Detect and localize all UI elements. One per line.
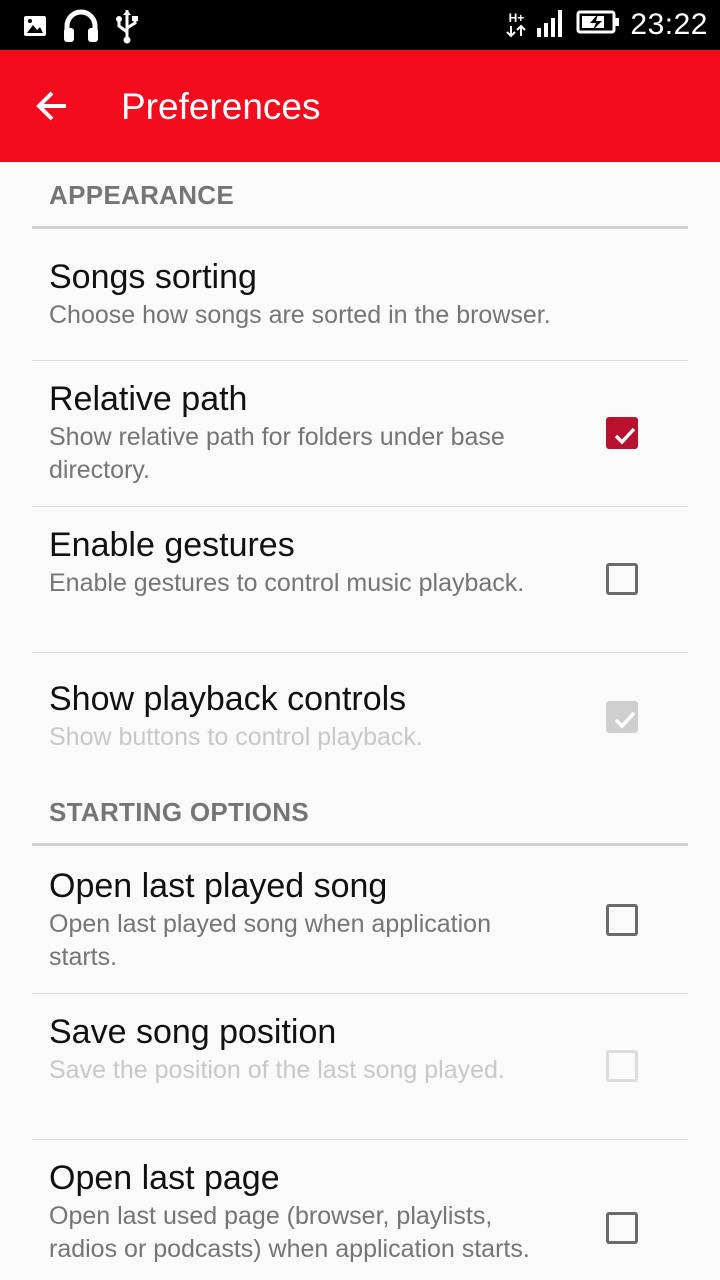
preferences-list: APPEARANCE Songs sorting Choose how song…: [0, 162, 720, 1280]
section-header-label: STARTING OPTIONS: [49, 797, 309, 827]
pref-title: Show playback controls: [49, 680, 407, 718]
pref-summary: Save the position of the last song playe…: [49, 1056, 505, 1084]
signal-icon: [536, 6, 566, 43]
checkmark-icon: [614, 711, 636, 729]
pref-summary: Enable gestures to control music playbac…: [49, 569, 525, 597]
pref-songs-sorting[interactable]: Songs sorting Choose how songs are sorte…: [32, 229, 688, 361]
pref-open-last-page[interactable]: Open last page Open last used page (brow…: [32, 1140, 688, 1280]
pref-title: Relative path: [49, 380, 248, 418]
status-bar: H+ 23:22: [0, 0, 720, 50]
battery-charging-icon: [576, 9, 620, 40]
headphones-icon: [62, 8, 100, 49]
pref-summary: Choose how songs are sorted in the brows…: [49, 301, 551, 329]
pref-summary: Open last used page (browser, playlists,…: [49, 1202, 530, 1263]
usb-icon: [114, 8, 140, 49]
show-playback-controls-checkbox[interactable]: [606, 701, 638, 733]
image-icon: [22, 13, 48, 44]
section-header-starting-options: STARTING OPTIONS: [32, 779, 688, 846]
enable-gestures-checkbox[interactable]: [606, 563, 638, 595]
open-last-page-checkbox[interactable]: [606, 1212, 638, 1244]
arrow-left-icon: [30, 91, 80, 133]
pref-save-song-position[interactable]: Save song position Save the position of …: [32, 994, 688, 1140]
section-header-appearance: APPEARANCE: [32, 162, 688, 229]
checkmark-icon: [614, 427, 636, 445]
network-type-label: H+: [508, 10, 525, 25]
app-bar: Preferences: [0, 50, 720, 162]
section-header-label: APPEARANCE: [49, 180, 235, 210]
status-time: 23:22: [630, 7, 708, 41]
save-song-position-checkbox[interactable]: [606, 1050, 638, 1082]
pref-summary: Show relative path for folders under bas…: [49, 423, 505, 484]
pref-title: Open last played song: [49, 867, 388, 905]
pref-title: Songs sorting: [49, 258, 257, 296]
back-button[interactable]: [30, 83, 80, 129]
pref-enable-gestures[interactable]: Enable gestures Enable gestures to contr…: [32, 507, 688, 653]
pref-title: Enable gestures: [49, 526, 295, 564]
relative-path-checkbox[interactable]: [606, 417, 638, 449]
pref-relative-path[interactable]: Relative path Show relative path for fol…: [32, 361, 688, 507]
open-last-played-song-checkbox[interactable]: [606, 904, 638, 936]
network-icon: H+: [506, 10, 527, 38]
pref-summary: Show buttons to control playback.: [49, 723, 423, 751]
pref-summary: Open last played song when application s…: [49, 910, 491, 971]
pref-open-last-played-song[interactable]: Open last played song Open last played s…: [32, 846, 688, 994]
pref-title: Open last page: [49, 1159, 280, 1197]
pref-title: Save song position: [49, 1013, 337, 1051]
pref-show-playback-controls[interactable]: Show playback controls Show buttons to c…: [32, 653, 688, 779]
page-title: Preferences: [121, 86, 321, 127]
